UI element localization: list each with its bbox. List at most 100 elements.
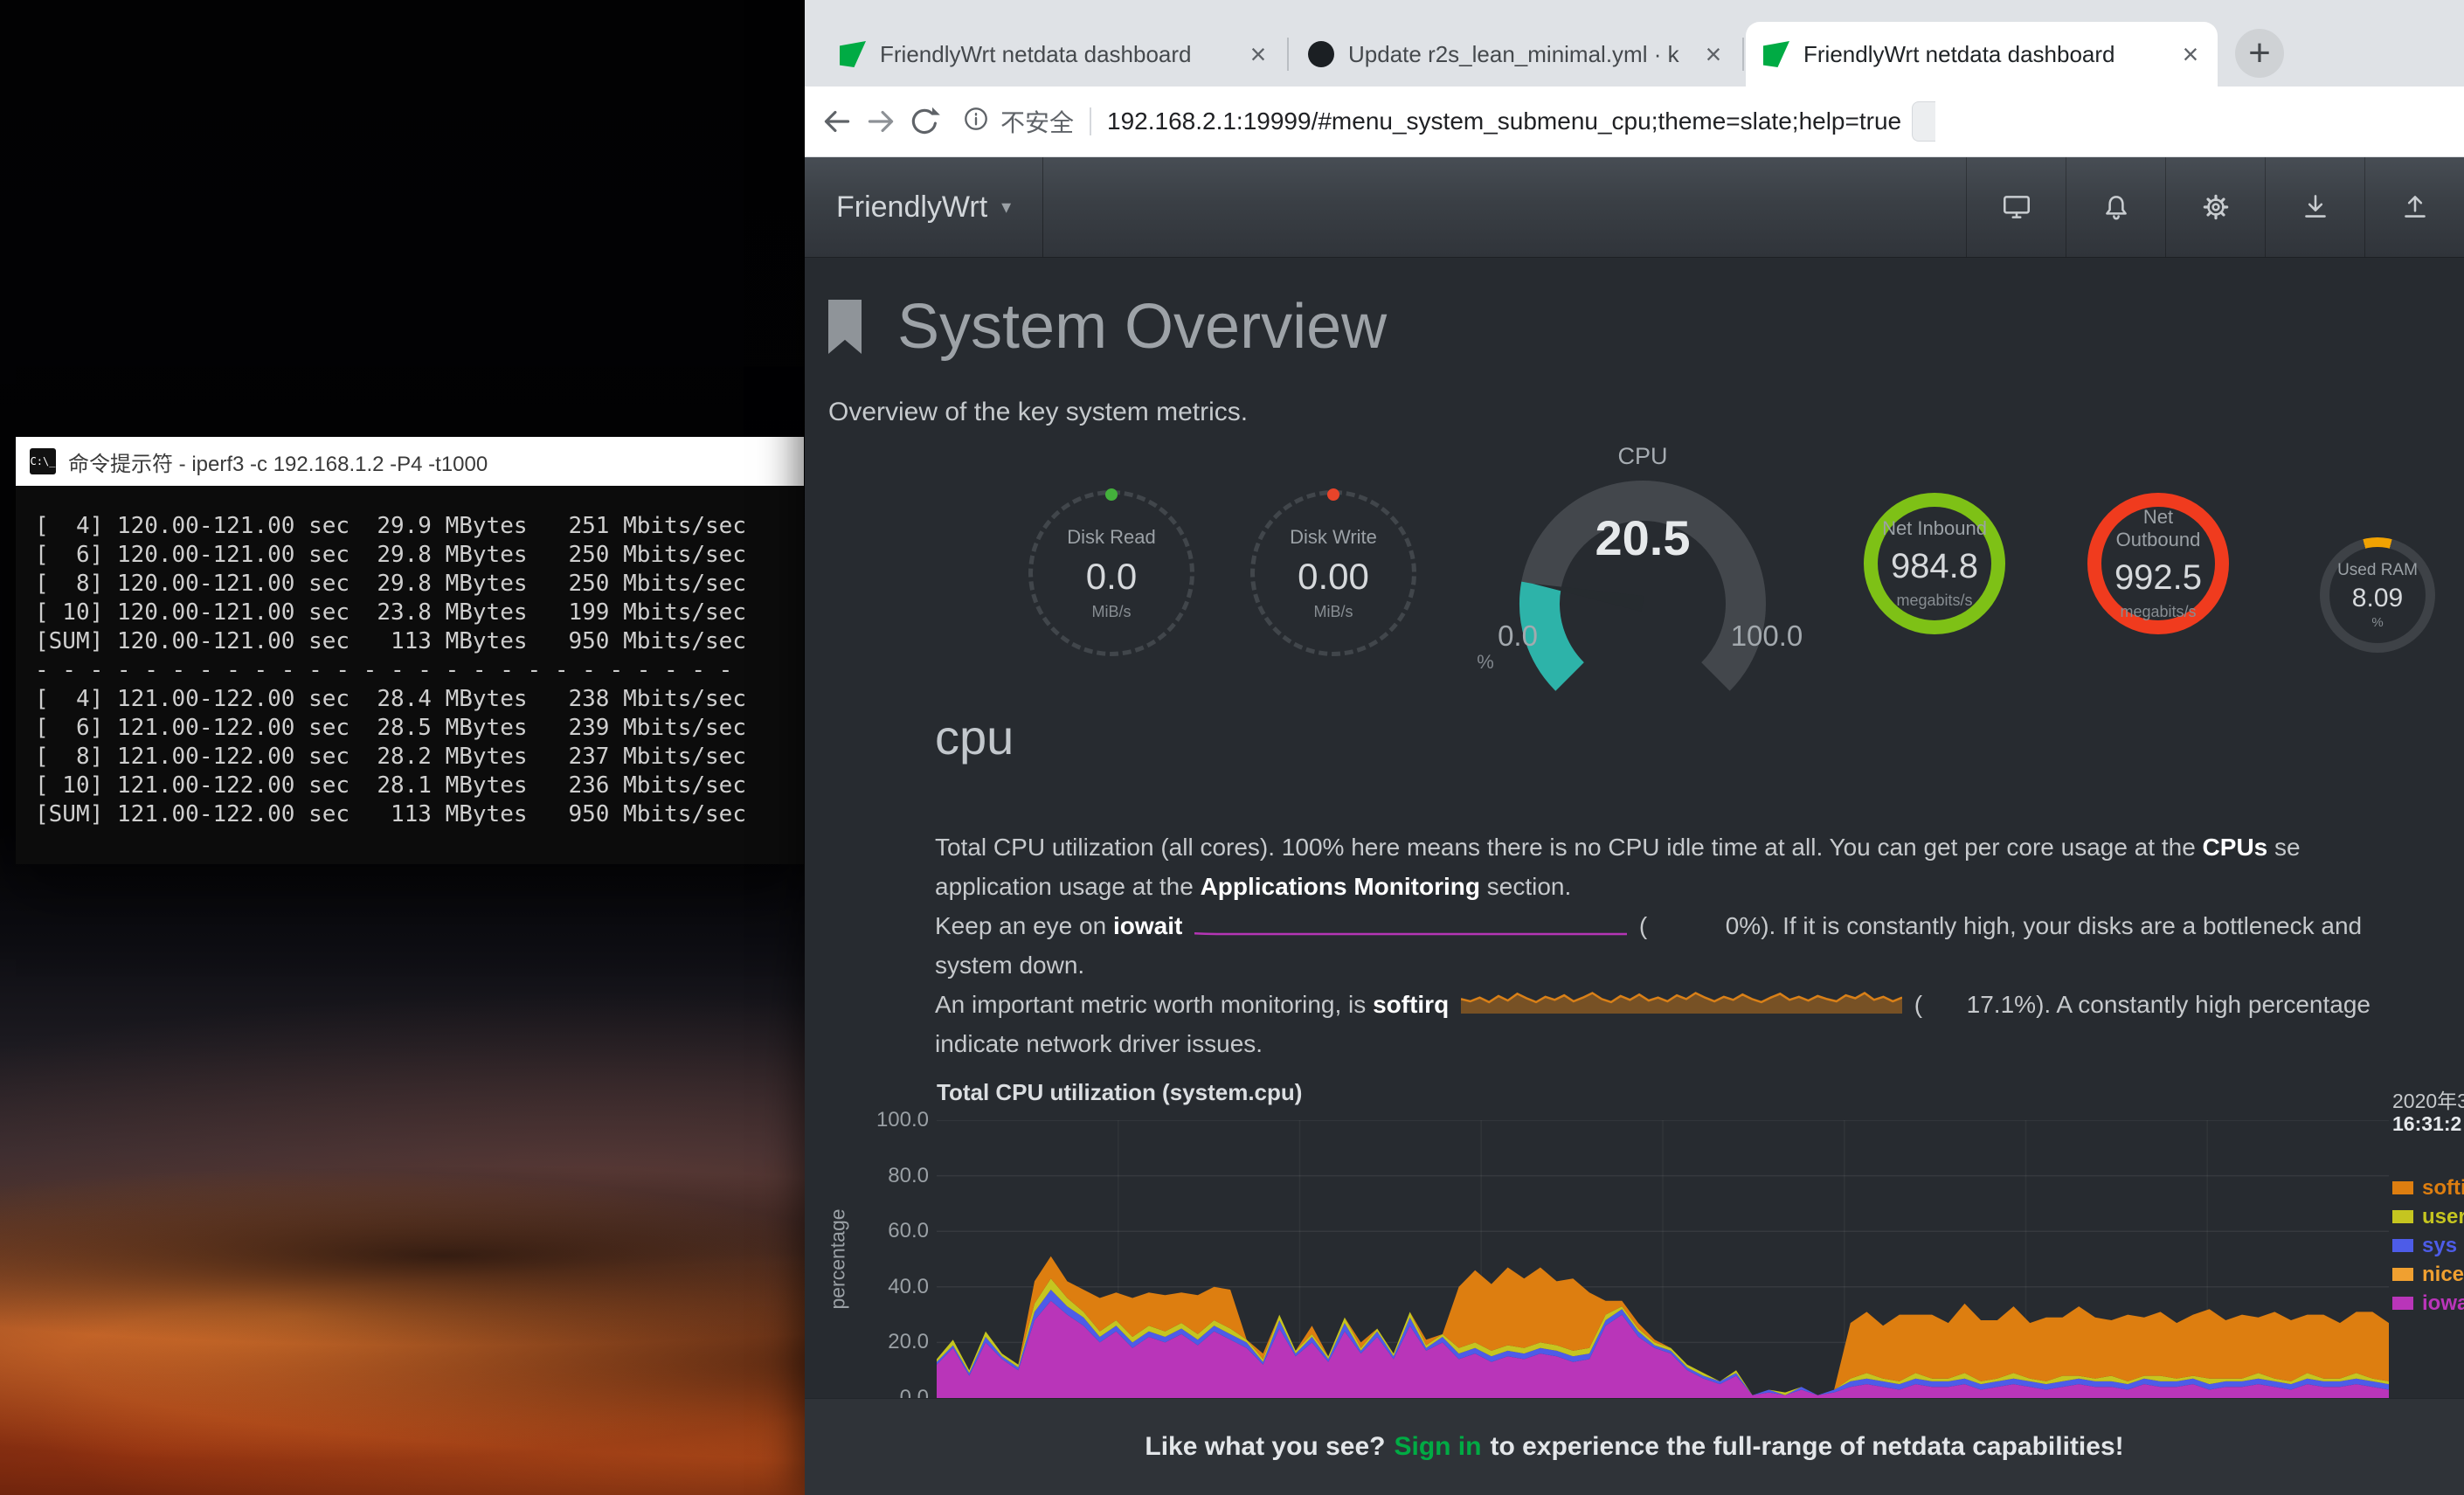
doc-line: system down. <box>935 945 2371 985</box>
terminal-line: [ 10] 120.00-121.00 sec 23.8 MBytes 199 … <box>35 599 804 627</box>
back-button[interactable] <box>815 100 859 143</box>
address-bar[interactable]: 不安全 192.168.2.1:19999/#menu_system_subme… <box>960 97 2454 146</box>
tab-label: FriendlyWrt netdata dashboard <box>880 41 1235 68</box>
disk-read-gauge[interactable]: Disk Read 0.0 MiB/s <box>1028 490 1194 656</box>
terminal-body[interactable]: [ 4] 120.00-121.00 sec 29.9 MBytes 251 M… <box>16 486 804 864</box>
netdata-header: FriendlyWrt ▾ <box>805 157 2464 258</box>
terminal-line: [ 6] 121.00-122.00 sec 28.5 MBytes 239 M… <box>35 714 804 743</box>
terminal-line: [ 4] 121.00-122.00 sec 28.4 MBytes 238 M… <box>35 685 804 714</box>
netdata-app: FriendlyWrt ▾ <box>805 157 2464 1495</box>
gauge-units: megabits/s <box>2120 603 2196 621</box>
github-favicon <box>1308 41 1334 67</box>
cpu-gauge-label: CPU <box>1555 443 1730 470</box>
footer-text-suffix: to experience the full-range of netdata … <box>1490 1432 2123 1462</box>
hostname-dropdown[interactable]: FriendlyWrt ▾ <box>805 157 1043 257</box>
ytick-label: 20.0 <box>888 1330 929 1354</box>
tab-label: Update r2s_lean_minimal.yml · k <box>1348 41 1690 68</box>
alarms-button[interactable] <box>2066 157 2165 257</box>
legend-item-nice[interactable]: nice <box>2392 1260 2464 1289</box>
bell-icon <box>2100 190 2133 224</box>
monitor-icon <box>2000 190 2033 224</box>
tab-github[interactable]: Update r2s_lean_minimal.yml · k × <box>1291 22 1741 87</box>
tab-close-button[interactable]: × <box>1242 38 1275 71</box>
gauge-units: megabits/s <box>1896 592 1972 610</box>
terminal-line: [ 10] 121.00-122.00 sec 28.1 MBytes 236 … <box>35 772 804 800</box>
reload-button[interactable] <box>903 100 946 143</box>
gauge-label: Disk Read <box>1067 526 1155 549</box>
cpu-gauge[interactable] <box>1485 473 1800 702</box>
gauge-label: Used RAM <box>2337 561 2418 580</box>
tab-separator <box>1742 38 1744 71</box>
netdata-main: System Overview Overview of the key syst… <box>805 258 2464 1398</box>
used-ram-gauge[interactable]: Used RAM 8.09 % <box>2320 537 2435 653</box>
gauge-label: Net Outbound <box>2101 506 2215 551</box>
legend-swatch <box>2392 1181 2413 1194</box>
security-label: 不安全 <box>1000 104 1074 139</box>
tab-netdata-1[interactable]: FriendlyWrt netdata dashboard × <box>822 22 1285 87</box>
hostname-label: FriendlyWrt <box>836 190 987 225</box>
legend-swatch <box>2392 1210 2413 1223</box>
forward-button[interactable] <box>859 100 903 143</box>
legend-item-softirq[interactable]: softirq <box>2392 1173 2464 1202</box>
import-button[interactable] <box>2265 157 2364 257</box>
gauge-value: 8.09 <box>2352 584 2403 613</box>
terminal-window: C:\_ 命令提示符 - iperf3 -c 192.168.1.2 -P4 -… <box>16 437 804 864</box>
settings-button[interactable] <box>2165 157 2265 257</box>
gauge-units: % <box>2371 615 2383 630</box>
legend-swatch <box>2392 1239 2413 1252</box>
cpu-gauge-value: 20.5 <box>1555 509 1730 566</box>
net-outbound-gauge[interactable]: Net Outbound 992.5 megabits/s <box>2087 493 2229 634</box>
disk-read-peak-dot <box>1105 488 1118 501</box>
tab-label: FriendlyWrt netdata dashboard <box>1803 41 2167 68</box>
doc-line: Total CPU utilization (all cores). 100% … <box>935 827 2371 867</box>
gauge-value: 0.00 <box>1298 556 1369 598</box>
net-inbound-gauge[interactable]: Net Inbound 984.8 megabits/s <box>1864 493 2005 634</box>
legend-item-sys[interactable]: sys <box>2392 1231 2464 1260</box>
footer-text-prefix: Like what you see? <box>1145 1432 1385 1462</box>
tab-strip: FriendlyWrt netdata dashboard × Update r… <box>805 0 2464 87</box>
legend-label: user <box>2422 1205 2464 1229</box>
gauge-value: 992.5 <box>2114 558 2202 598</box>
cpu-gauge-min: 0.0 <box>1470 619 1566 653</box>
terminal-title: 命令提示符 - iperf3 -c 192.168.1.2 -P4 -t1000 <box>68 446 488 477</box>
legend-item-user[interactable]: user <box>2392 1202 2464 1231</box>
cpu-chart[interactable] <box>937 1120 2389 1398</box>
toolbar-edge-icon[interactable] <box>1912 101 1935 142</box>
export-button[interactable] <box>2364 157 2464 257</box>
terminal-titlebar[interactable]: C:\_ 命令提示符 - iperf3 -c 192.168.1.2 -P4 -… <box>16 437 804 486</box>
page-title: System Overview <box>897 291 1387 363</box>
cmd-icon: C:\_ <box>30 448 56 474</box>
chevron-down-icon: ▾ <box>1001 196 1011 218</box>
cpu-gauge-max: 100.0 <box>1719 619 1815 653</box>
cpu-chart-svg <box>937 1120 2389 1398</box>
doc-line: application usage at the Applications Mo… <box>935 867 2371 906</box>
browser-window: FriendlyWrt netdata dashboard × Update r… <box>805 0 2464 1495</box>
forward-icon <box>862 103 899 140</box>
ytick-label: 0.0 <box>900 1386 929 1398</box>
iowait-spark <box>1194 908 1627 947</box>
info-icon <box>960 103 992 141</box>
download-icon <box>2299 190 2332 224</box>
print-dashboard-button[interactable] <box>1966 157 2066 257</box>
tab-netdata-active[interactable]: FriendlyWrt netdata dashboard × <box>1746 22 2218 87</box>
legend-item-iowait[interactable]: iowait <box>2392 1289 2464 1318</box>
legend-swatch <box>2392 1268 2413 1281</box>
terminal-line: - - - - - - - - - - - - - - - - - - - - … <box>35 656 804 685</box>
desktop: C:\_ 命令提示符 - iperf3 -c 192.168.1.2 -P4 -… <box>0 0 2464 1495</box>
terminal-line: [ 4] 120.00-121.00 sec 29.9 MBytes 251 M… <box>35 512 804 541</box>
terminal-line: [SUM] 121.00-122.00 sec 113 MBytes 950 M… <box>35 800 804 829</box>
cpu-chart-date: 2020年3 <box>2392 1084 2464 1114</box>
gauge-value: 0.0 <box>1086 556 1137 598</box>
cpu-chart-time: 16:31:2 <box>2392 1112 2461 1136</box>
new-tab-button[interactable]: + <box>2235 29 2284 78</box>
legend-label: softirq <box>2422 1176 2464 1201</box>
terminal-line: [ 8] 120.00-121.00 sec 29.8 MBytes 250 M… <box>35 570 804 599</box>
ytick-label: 40.0 <box>888 1275 929 1299</box>
browser-toolbar: 不安全 192.168.2.1:19999/#menu_system_subme… <box>805 87 2464 157</box>
sign-in-link[interactable]: Sign in <box>1394 1432 1481 1462</box>
disk-write-peak-dot <box>1327 488 1339 501</box>
tab-close-button[interactable]: × <box>2174 38 2207 71</box>
doc-line: Keep an eye on iowait (0%). If it is con… <box>935 906 2371 945</box>
cpu-section-text: Total CPU utilization (all cores). 100% … <box>935 827 2371 1063</box>
tab-close-button[interactable]: × <box>1697 38 1730 71</box>
